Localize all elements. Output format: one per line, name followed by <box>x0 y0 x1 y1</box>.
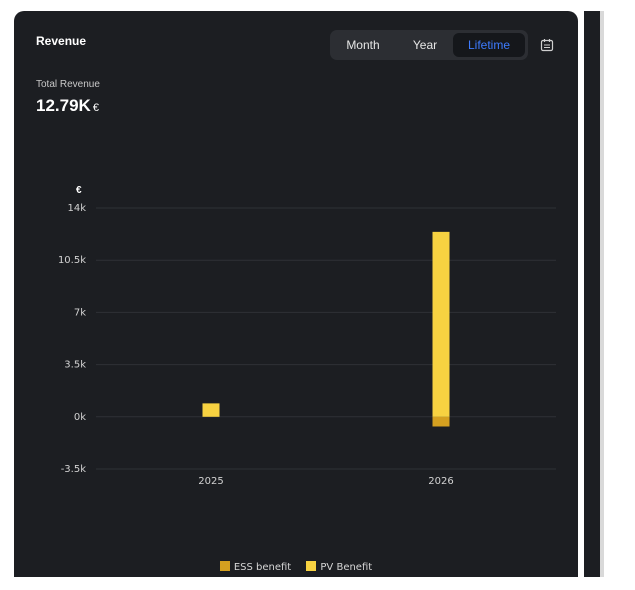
y-tick-label: -3.5k <box>61 464 87 475</box>
x-tick-label: 2025 <box>198 476 223 487</box>
revenue-chart: -3.5k 0k 3.5k 7k 10.5k 14k 2025 2026 <box>58 203 556 487</box>
legend-label-pv: PV Benefit <box>320 562 373 573</box>
scrollbar-track[interactable] <box>600 11 604 577</box>
legend-label-ess: ESS benefit <box>233 562 292 573</box>
x-tick-label: 2026 <box>428 476 453 487</box>
page: Revenue Month Year Lifetime Total Revenu… <box>0 0 635 590</box>
bar-pv-benefit-2025 <box>202 403 220 417</box>
legend-swatch-ess <box>219 561 230 571</box>
legend-ess-benefit[interactable]: ESS benefit <box>219 561 292 573</box>
y-tick-label: 3.5k <box>64 360 86 371</box>
legend-swatch-pv <box>306 561 317 571</box>
bar-pv-benefit-2026 <box>432 231 450 417</box>
y-tick-label: 10.5k <box>58 255 86 266</box>
bar-ess-benefit-2026 <box>432 416 450 427</box>
y-tick-label: 0k <box>74 412 86 423</box>
legend-pv-benefit[interactable]: PV Benefit <box>306 561 372 573</box>
y-tick-label: 14k <box>67 203 86 214</box>
side-panel-edge <box>584 11 600 577</box>
chart-legend: ESS benefit PV Benefit <box>14 561 578 573</box>
revenue-card: Revenue Month Year Lifetime Total Revenu… <box>14 11 578 577</box>
y-tick-label: 7k <box>74 307 86 318</box>
